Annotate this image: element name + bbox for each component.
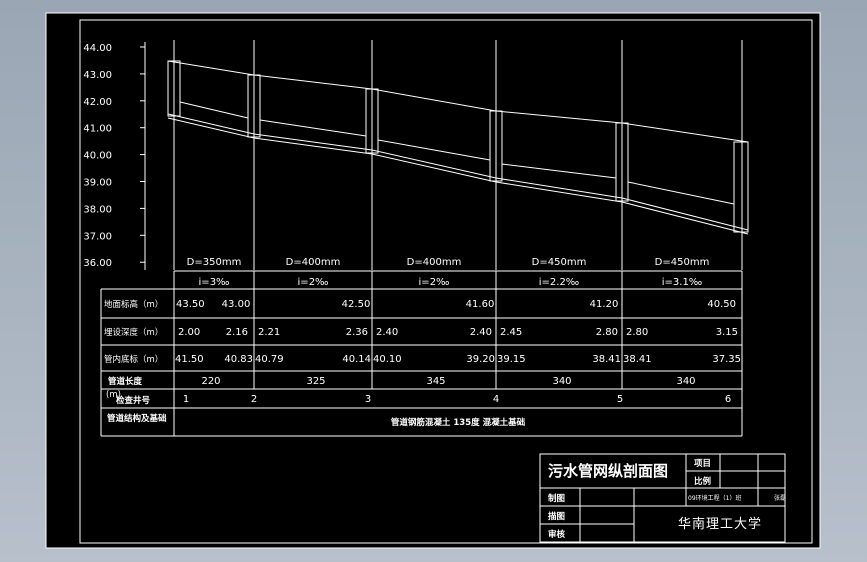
depth-end-cell: 2.36 bbox=[346, 327, 368, 338]
structure-text: 管道钢筋混凝土 135度 混凝土基础 bbox=[391, 417, 526, 428]
y-tick-label: 39.00 bbox=[83, 178, 112, 189]
y-tick-label: 40.00 bbox=[83, 151, 112, 162]
y-tick-label: 36.00 bbox=[83, 258, 112, 269]
drawn-label: 制图 bbox=[548, 493, 565, 504]
invert-start-cell: 40.10 bbox=[373, 354, 402, 365]
invert-start-cell: 40.79 bbox=[255, 354, 284, 365]
y-tick-label: 43.00 bbox=[83, 70, 112, 81]
depth-start-cell: 2.80 bbox=[626, 327, 648, 338]
scale-label: 比例 bbox=[694, 476, 712, 487]
name-text: 张磊 bbox=[774, 494, 786, 502]
y-tick-label: 44.00 bbox=[83, 43, 112, 54]
well-number-cell: 1 bbox=[183, 394, 189, 405]
depth-start-cell: 2.00 bbox=[178, 327, 200, 338]
well-number-cell: 2 bbox=[251, 394, 257, 405]
profile-drawing: 44.0043.0042.0041.0040.0039.0038.0037.00… bbox=[45, 12, 821, 549]
invert-start-cell: 41.50 bbox=[175, 354, 204, 365]
depth-end-cell: 2.40 bbox=[470, 327, 492, 338]
class-text: 09环境工程（1）班 bbox=[688, 494, 741, 502]
ground-elev-cell: 41.60 bbox=[466, 299, 495, 310]
well-number-cell: 4 bbox=[493, 394, 499, 405]
invert-end-cell: 40.83 bbox=[224, 354, 253, 365]
depth-start-cell: 2.45 bbox=[500, 327, 522, 338]
y-tick-label: 42.00 bbox=[83, 97, 112, 108]
row-label-invert: 管内底标（m） bbox=[104, 354, 163, 365]
row-label-depth: 埋设深度（m） bbox=[104, 327, 163, 338]
segment-slope: i=2‰ bbox=[298, 277, 329, 288]
length-cell: 220 bbox=[201, 376, 220, 387]
depth-start-cell: 2.21 bbox=[258, 327, 280, 338]
drawing-title: 污水管网纵剖面图 bbox=[548, 462, 668, 480]
depth-end-cell: 3.15 bbox=[716, 327, 738, 338]
y-tick-label: 41.00 bbox=[83, 124, 112, 135]
y-tick-label: 37.00 bbox=[83, 231, 112, 242]
segment-diameter: D=450mm bbox=[532, 257, 587, 268]
depth-end-cell: 2.16 bbox=[226, 327, 248, 338]
invert-end-cell: 40.14 bbox=[342, 354, 371, 365]
project-label: 项目 bbox=[694, 459, 711, 469]
segment-diameter: D=450mm bbox=[655, 257, 710, 268]
segment-diameter: D=400mm bbox=[286, 257, 341, 268]
well-number-cell: 3 bbox=[365, 394, 371, 405]
invert-start-cell: 39.15 bbox=[497, 354, 526, 365]
segment-diameter: D=350mm bbox=[187, 257, 242, 268]
well-number-cell: 6 bbox=[725, 394, 731, 405]
row-label-ground: 地面标高（m） bbox=[104, 299, 163, 310]
invert-end-cell: 38.41 bbox=[592, 354, 621, 365]
ground-elev-cell: 42.50 bbox=[342, 299, 371, 310]
y-tick-label: 38.00 bbox=[83, 204, 112, 215]
ground-elev-cell: 41.20 bbox=[590, 299, 619, 310]
segment-diameter: D=400mm bbox=[407, 257, 462, 268]
row-label-well: 检查井号 bbox=[116, 395, 151, 406]
segment-slope: i=3.1‰ bbox=[662, 277, 702, 288]
length-cell: 340 bbox=[676, 376, 695, 387]
invert-end-cell: 37.35 bbox=[712, 354, 741, 365]
drawing-sheet: 44.00 43.00 42.00 41.00 40.00 39.00 38.00 37.00… bbox=[0, 0, 867, 562]
ground-elev-cell: 40.50 bbox=[707, 299, 736, 310]
checked-label: 描图 bbox=[548, 511, 565, 522]
segment-slope: i=2.2‰ bbox=[539, 277, 579, 288]
ground-elev-cell: 43.00 bbox=[222, 299, 251, 310]
school-name: 华南理工大学 bbox=[678, 516, 762, 532]
ground-elev-cell: 43.50 bbox=[176, 299, 205, 310]
invert-start-cell: 38.41 bbox=[623, 354, 652, 365]
depth-start-cell: 2.40 bbox=[376, 327, 398, 338]
length-cell: 345 bbox=[426, 376, 445, 387]
length-cell: 325 bbox=[306, 376, 325, 387]
row-label-structure: 管道结构及基础 bbox=[107, 413, 167, 424]
segment-slope: i=3‰ bbox=[199, 277, 230, 288]
segment-slope: i=2‰ bbox=[419, 277, 450, 288]
review-label: 审核 bbox=[548, 529, 566, 540]
invert-end-cell: 39.20 bbox=[466, 354, 495, 365]
row-label-length: 管道长度 bbox=[108, 376, 143, 387]
well-number-cell: 5 bbox=[617, 394, 623, 405]
depth-end-cell: 2.80 bbox=[596, 327, 618, 338]
length-cell: 340 bbox=[552, 376, 571, 387]
